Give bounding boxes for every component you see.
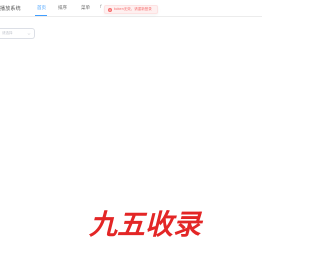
select-placeholder: 请选择 <box>2 31 13 35</box>
error-circle-icon: × <box>108 7 112 12</box>
nav-item-home[interactable]: 首页 <box>37 5 46 11</box>
nav-item-extra[interactable]: f <box>100 5 102 10</box>
category-select[interactable]: 请选择 <box>0 28 35 39</box>
chevron-down-icon <box>27 33 31 35</box>
logo: 九五收录 <box>88 208 204 241</box>
app-page: 播放系统 首页 排序 菜单 f × token无效，请重新登录 请选择 九五收录 <box>0 0 262 271</box>
toast-message: token无效，请重新登录 <box>114 7 152 11</box>
site-title: 播放系统 <box>0 6 21 12</box>
active-tab-indicator <box>35 15 47 16</box>
nav-item-rank[interactable]: 排序 <box>58 5 67 11</box>
error-toast: × token无效，请重新登录 <box>104 5 158 14</box>
nav-item-menu[interactable]: 菜单 <box>81 5 90 11</box>
logo-text: 九五收录 <box>88 208 204 241</box>
